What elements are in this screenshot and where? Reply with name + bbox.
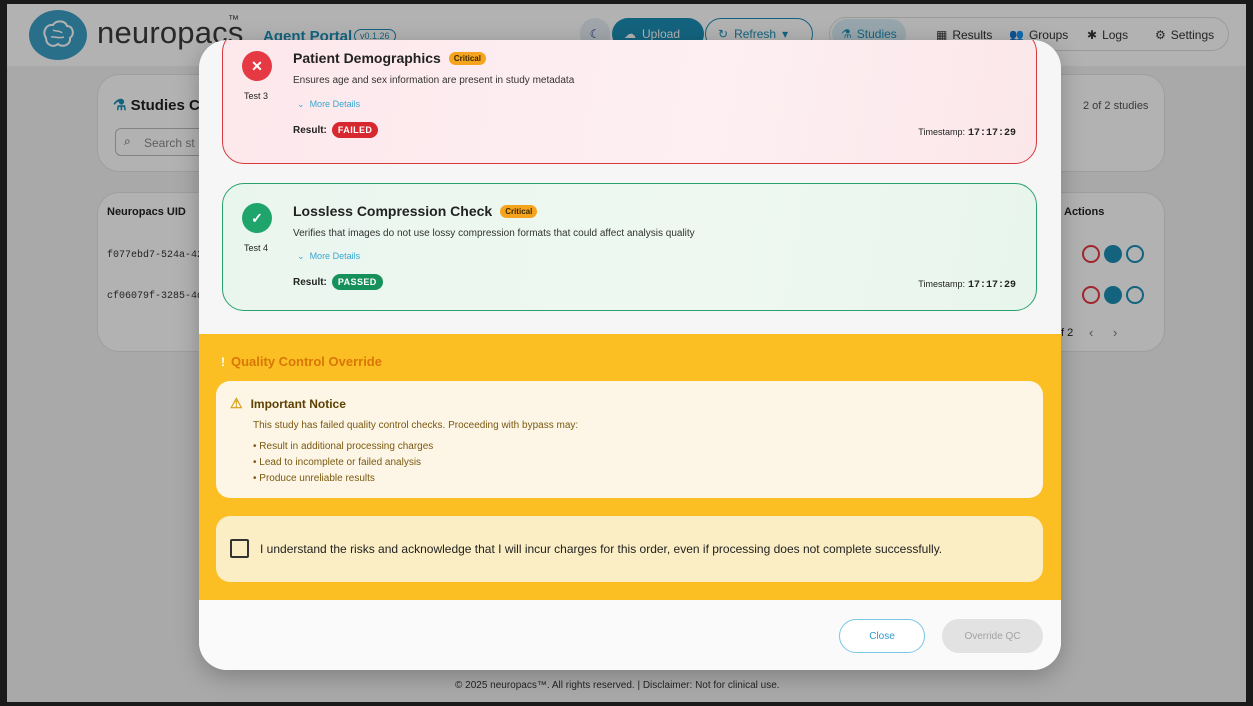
notice-title: ⚠ Important Notice bbox=[230, 395, 346, 411]
x-circle-icon: ✕ bbox=[242, 51, 272, 81]
qc-override-section: ! Quality Control Override ⚠ Important N… bbox=[199, 334, 1061, 600]
exclamation-icon: ! bbox=[221, 354, 225, 369]
test-result: Result: FAILED bbox=[293, 122, 379, 138]
warning-icon: ⚠ bbox=[230, 395, 243, 411]
test-timestamp: Timestamp: 17:17:29 bbox=[918, 279, 1016, 291]
test-title: Patient Demographics Critical bbox=[293, 50, 486, 66]
acknowledge-label[interactable]: I understand the risks and acknowledge t… bbox=[260, 542, 942, 556]
critical-badge: Critical bbox=[448, 52, 486, 65]
critical-badge: Critical bbox=[500, 205, 538, 218]
notice-list: • Result in additional processing charge… bbox=[253, 439, 433, 487]
acknowledge-row[interactable]: I understand the risks and acknowledge t… bbox=[216, 516, 1043, 582]
more-details-toggle[interactable]: ⌄ More Details bbox=[297, 251, 360, 262]
modal-footer: Close Override QC bbox=[199, 600, 1061, 670]
override-qc-button[interactable]: Override QC bbox=[942, 619, 1043, 653]
chevron-down-icon: ⌄ bbox=[297, 251, 305, 261]
important-notice: ⚠ Important Notice This study has failed… bbox=[216, 381, 1043, 498]
passed-badge: PASSED bbox=[331, 274, 383, 290]
test-timestamp: Timestamp: 17:17:29 bbox=[918, 127, 1016, 139]
test-description: Verifies that images do not use lossy co… bbox=[293, 228, 695, 239]
list-item: • Result in additional processing charge… bbox=[253, 441, 434, 452]
close-button[interactable]: Close bbox=[839, 619, 925, 653]
list-item: • Produce unreliable results bbox=[253, 473, 375, 484]
acknowledge-checkbox[interactable] bbox=[230, 539, 249, 558]
test-result: Result: PASSED bbox=[293, 274, 383, 290]
test-card-passed: ✓ Test 4 Lossless Compression Check Criti… bbox=[222, 183, 1037, 311]
test-description: Ensures age and sex information are pres… bbox=[293, 75, 575, 86]
qc-override-title: ! Quality Control Override bbox=[221, 354, 382, 369]
chevron-down-icon: ⌄ bbox=[297, 99, 305, 109]
check-circle-icon: ✓ bbox=[242, 203, 272, 233]
more-details-toggle[interactable]: ⌄ More Details bbox=[297, 99, 360, 110]
qc-modal: ✕ Test 3 Patient Demographics Critical En… bbox=[199, 40, 1061, 670]
test-title: Lossless Compression Check Critical bbox=[293, 203, 538, 219]
list-item: • Lead to incomplete or failed analysis bbox=[253, 457, 422, 468]
failed-badge: FAILED bbox=[331, 122, 379, 138]
notice-description: This study has failed quality control ch… bbox=[253, 420, 579, 431]
test-number: Test 3 bbox=[244, 91, 269, 101]
test-card-failed: ✕ Test 3 Patient Demographics Critical En… bbox=[222, 40, 1037, 164]
test-number: Test 4 bbox=[244, 243, 269, 253]
